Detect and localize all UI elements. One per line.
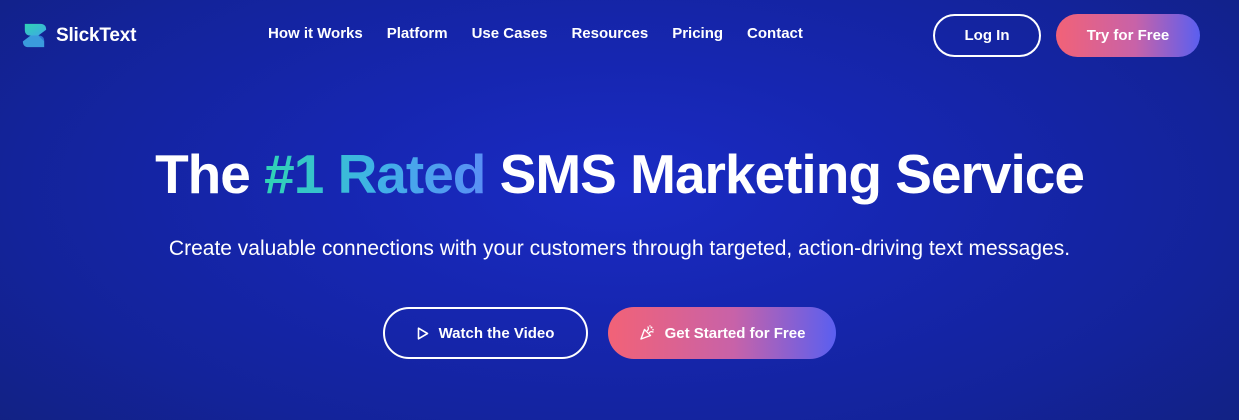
login-button[interactable]: Log In [933,14,1041,57]
nav-item-use-cases[interactable]: Use Cases [472,24,548,44]
nav-item-how-it-works[interactable]: How it Works [268,24,363,44]
get-started-button[interactable]: Get Started for Free [608,307,836,359]
hero-title-suffix: SMS Marketing Service [485,143,1085,205]
party-popper-icon [639,325,655,341]
hero-subtitle: Create valuable connections with your cu… [168,237,1071,260]
nav-item-pricing[interactable]: Pricing [672,24,723,44]
slicktext-logo-icon [22,23,47,48]
hero-title: The #1 Rated SMS Marketing Service [0,142,1239,206]
brand-logo[interactable]: SlickText [19,20,136,51]
hero-title-accent: #1 Rated [264,143,486,205]
nav-item-platform[interactable]: Platform [387,24,448,44]
try-for-free-button[interactable]: Try for Free [1056,14,1200,57]
landing-page: SlickText How it Works Platform Use Case… [0,0,1239,420]
brand-name: SlickText [56,24,137,46]
watch-video-label: Watch the Video [438,324,555,342]
watch-video-button[interactable]: Watch the Video [383,307,588,359]
main-nav: How it Works Platform Use Cases Resource… [268,24,827,44]
nav-item-contact[interactable]: Contact [747,24,803,44]
get-started-label: Get Started for Free [664,324,806,342]
play-icon [417,326,429,340]
nav-item-resources[interactable]: Resources [571,24,648,44]
hero-title-prefix: The [155,143,265,205]
